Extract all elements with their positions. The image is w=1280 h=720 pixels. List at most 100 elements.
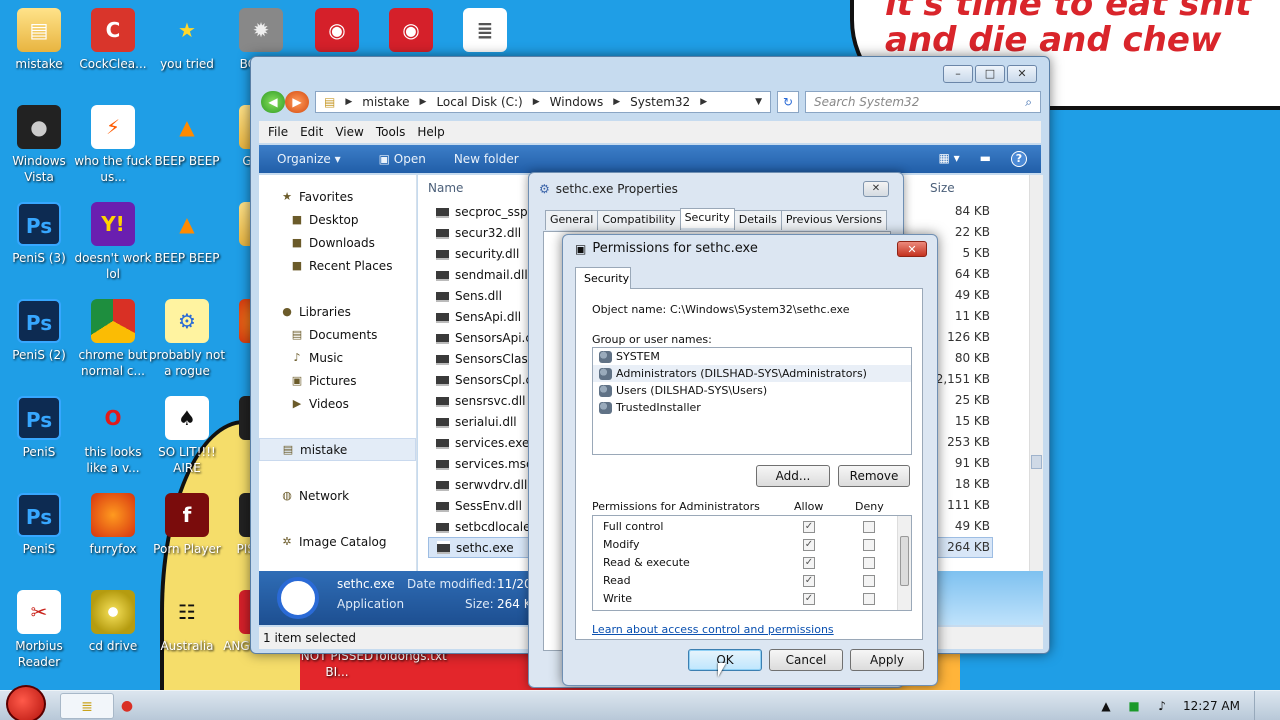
tab-security[interactable]: Security [575,267,631,289]
tab-general[interactable]: General [545,210,599,230]
table-row[interactable]: secproc_ssp [436,201,528,222]
desktop-icon[interactable]: ● Windows Vista [0,105,78,185]
table-row[interactable]: Sens.dll [436,285,502,306]
allow-checkbox[interactable]: ✓ [803,593,815,605]
breadcrumb-item[interactable]: Windows [550,95,604,109]
table-row[interactable]: security.dll [436,243,519,264]
list-item[interactable]: Users (DILSHAD-SYS\Users) [593,382,911,399]
nav-item[interactable]: ● Libraries [259,300,416,323]
list-item[interactable]: SYSTEM [593,348,911,365]
desktop-icon[interactable]: furryfox [74,493,152,557]
nav-item[interactable]: ◍ Network [259,484,416,507]
add-button[interactable]: Add... [756,465,830,487]
desktop-icon[interactable]: ☷ Australia [148,590,226,654]
list-item[interactable]: TrustedInstaller [593,399,911,416]
remove-button[interactable]: Remove [838,465,910,487]
table-row[interactable]: sensrsvc.dll [436,390,525,411]
table-row[interactable]: secur32.dll [436,222,521,243]
table-row[interactable]: serwvdrv.dll [436,474,527,495]
column-header-name[interactable]: Name [428,181,463,199]
nav-item[interactable]: ★ Favorites [259,185,416,208]
nav-item[interactable]: ▤ mistake [259,438,416,461]
organize-button[interactable]: Organize ▾ [277,152,341,166]
nav-item[interactable]: ■ Desktop [259,208,416,231]
deny-checkbox[interactable] [863,521,875,533]
desktop-icon[interactable]: ◉ [372,8,450,56]
open-button[interactable]: ▣ Open [379,152,426,166]
menu-help[interactable]: Help [414,125,453,139]
desktop-icon[interactable]: f Porn Player [148,493,226,557]
clock[interactable]: 12:27 AM [1183,699,1240,713]
apply-button[interactable]: Apply [850,649,924,671]
desktop-icon[interactable]: ▲ BEEP BEEP [148,202,226,266]
table-row[interactable]: services.msc [436,453,533,474]
table-row[interactable]: serialui.dll [436,411,517,432]
desktop-icon[interactable]: ⚙ probably not a rogue [148,299,226,379]
table-row[interactable]: setbcdlocale [436,516,531,537]
view-options-icon[interactable]: ▦ ▾ [938,151,959,167]
start-button[interactable] [6,685,46,720]
desktop-icon[interactable]: Othis looks like a v... [74,396,152,476]
table-row[interactable]: SensorsClas [436,348,528,369]
list-item[interactable]: Administrators (DILSHAD-SYS\Administrato… [593,365,911,382]
desktop-icon[interactable]: chrome but normal c... [74,299,152,379]
nav-item[interactable]: ✲ Image Catalog [259,530,416,553]
help-icon[interactable]: ? [1011,151,1027,167]
desktop-icon[interactable]: Ps PeniS (3) [0,202,78,266]
table-row[interactable]: SensApi.dll [436,306,521,327]
table-row[interactable]: SensorsApi.c [436,327,532,348]
desktop-icon[interactable]: Ps PeniS [0,396,78,460]
chrome-taskbar-button[interactable]: ● [100,693,154,719]
desktop-icon[interactable]: ▤ mistake [0,8,78,72]
desktop-icon[interactable]: ★ you tried [148,8,226,72]
table-row[interactable]: SensorsCpl.c [436,369,532,390]
tab-compatibility[interactable]: Compatibility [597,210,681,230]
deny-checkbox[interactable] [863,557,875,569]
minimize-button[interactable]: – [943,65,973,83]
table-row[interactable]: sendmail.dll [436,264,528,285]
nav-item[interactable]: ♪ Music [259,346,416,369]
menu-view[interactable]: View [332,125,372,139]
nav-item[interactable]: ▶ Videos [259,392,416,415]
desktop-icon[interactable]: ⚡ who the fuck us... [74,105,152,185]
breadcrumb-item[interactable]: Local Disk (C:) [436,95,522,109]
desktop-icon[interactable]: ≣ [446,8,524,56]
desktop-icon[interactable]: C CockClea... [74,8,152,72]
desktop-icon[interactable]: ▲ BEEP BEEP [148,105,226,169]
close-icon[interactable]: ✕ [897,241,927,257]
scrollbar-thumb[interactable] [1031,455,1042,469]
desktop-icon[interactable]: cd drive [74,590,152,654]
menu-tools[interactable]: Tools [373,125,415,139]
tab-details[interactable]: Details [733,210,782,230]
deny-checkbox[interactable] [863,593,875,605]
tab-previous-versions[interactable]: Previous Versions [780,210,888,230]
table-row[interactable]: SessEnv.dll [436,495,522,516]
menu-edit[interactable]: Edit [297,125,332,139]
search-input[interactable]: Search System32 ⌕ [805,91,1041,113]
nav-item[interactable]: ▣ Pictures [259,369,416,392]
address-bar[interactable]: ▤ ▶ mistake ▶ Local Disk (C:) ▶ Windows … [315,91,771,113]
file-list-scrollbar[interactable] [1029,175,1043,571]
menu-file[interactable]: File [265,125,297,139]
breadcrumb-item[interactable]: mistake [362,95,409,109]
refresh-icon[interactable]: ↻ [777,91,799,113]
tab-security[interactable]: Security [679,208,735,228]
deny-checkbox[interactable] [863,539,875,551]
table-row[interactable]: services.exe [436,432,529,453]
breadcrumb-item[interactable]: System32 [630,95,690,109]
nav-item[interactable]: ■ Recent Places [259,254,416,277]
desktop-icon[interactable]: Ps PeniS [0,493,78,557]
desktop-icon[interactable]: ◉ [298,8,376,56]
new-folder-button[interactable]: New folder [454,152,519,166]
close-icon[interactable]: ✕ [863,181,889,197]
chevron-down-icon[interactable]: ▼ [755,97,762,107]
column-header-size[interactable]: Size [930,181,955,199]
network-icon[interactable]: ■ [1127,699,1141,713]
desktop-icon[interactable]: ♠ SO LIT!!!! AIRE [148,396,226,476]
forward-arrow-icon[interactable]: ▶ [285,91,309,113]
show-desktop-button[interactable] [1254,691,1268,720]
nav-item[interactable]: ▤ Documents [259,323,416,346]
back-arrow-icon[interactable]: ◀ [261,91,285,113]
speaker-icon[interactable]: ♪ [1155,699,1169,713]
preview-pane-icon[interactable]: ▬ [980,151,991,167]
